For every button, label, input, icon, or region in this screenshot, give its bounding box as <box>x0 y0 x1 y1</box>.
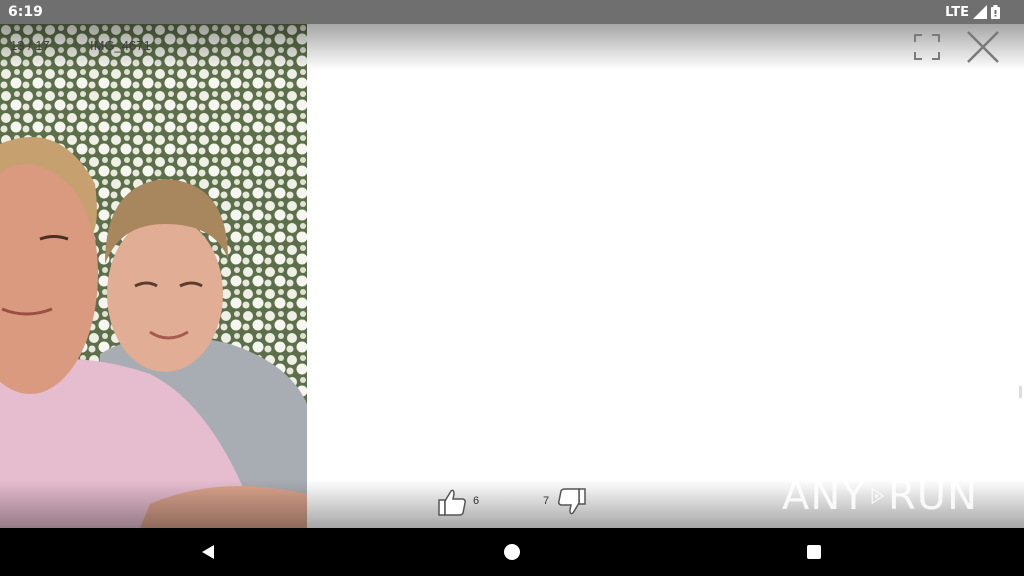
top-toolbar <box>0 24 1024 70</box>
navigation-bar <box>0 528 1024 576</box>
photo[interactable] <box>0 24 307 528</box>
signal-icon <box>973 5 987 19</box>
home-icon[interactable] <box>502 542 522 562</box>
network-type: LTE <box>945 4 969 20</box>
watermark-any: ANY <box>782 473 867 519</box>
status-time: 6:19 <box>8 4 43 20</box>
battery-icon <box>991 5 1000 19</box>
watermark-run: RUN <box>888 473 978 519</box>
play-logo-icon <box>871 488 884 504</box>
fullscreen-icon[interactable] <box>912 32 942 62</box>
image-viewer[interactable]: 13 / 17 IMG_4671 6 7 ANY RUN <box>0 24 1024 528</box>
status-icons: LTE <box>945 3 1000 21</box>
close-icon[interactable] <box>964 28 1002 66</box>
status-bar: 6:19 LTE <box>0 0 1024 24</box>
recents-icon[interactable] <box>804 542 824 562</box>
photo-image <box>0 24 307 528</box>
image-counter: 13 / 17 <box>10 38 50 53</box>
scroll-indicator <box>1019 386 1022 398</box>
thumbs-up-icon[interactable] <box>436 486 468 518</box>
image-filename: IMG_4671 <box>90 38 151 53</box>
like-count: 6 <box>473 495 480 507</box>
anyrun-watermark: ANY RUN <box>782 464 978 528</box>
dislike-count: 7 <box>543 495 550 507</box>
thumbs-down-icon[interactable] <box>556 486 588 518</box>
back-icon[interactable] <box>198 542 218 562</box>
